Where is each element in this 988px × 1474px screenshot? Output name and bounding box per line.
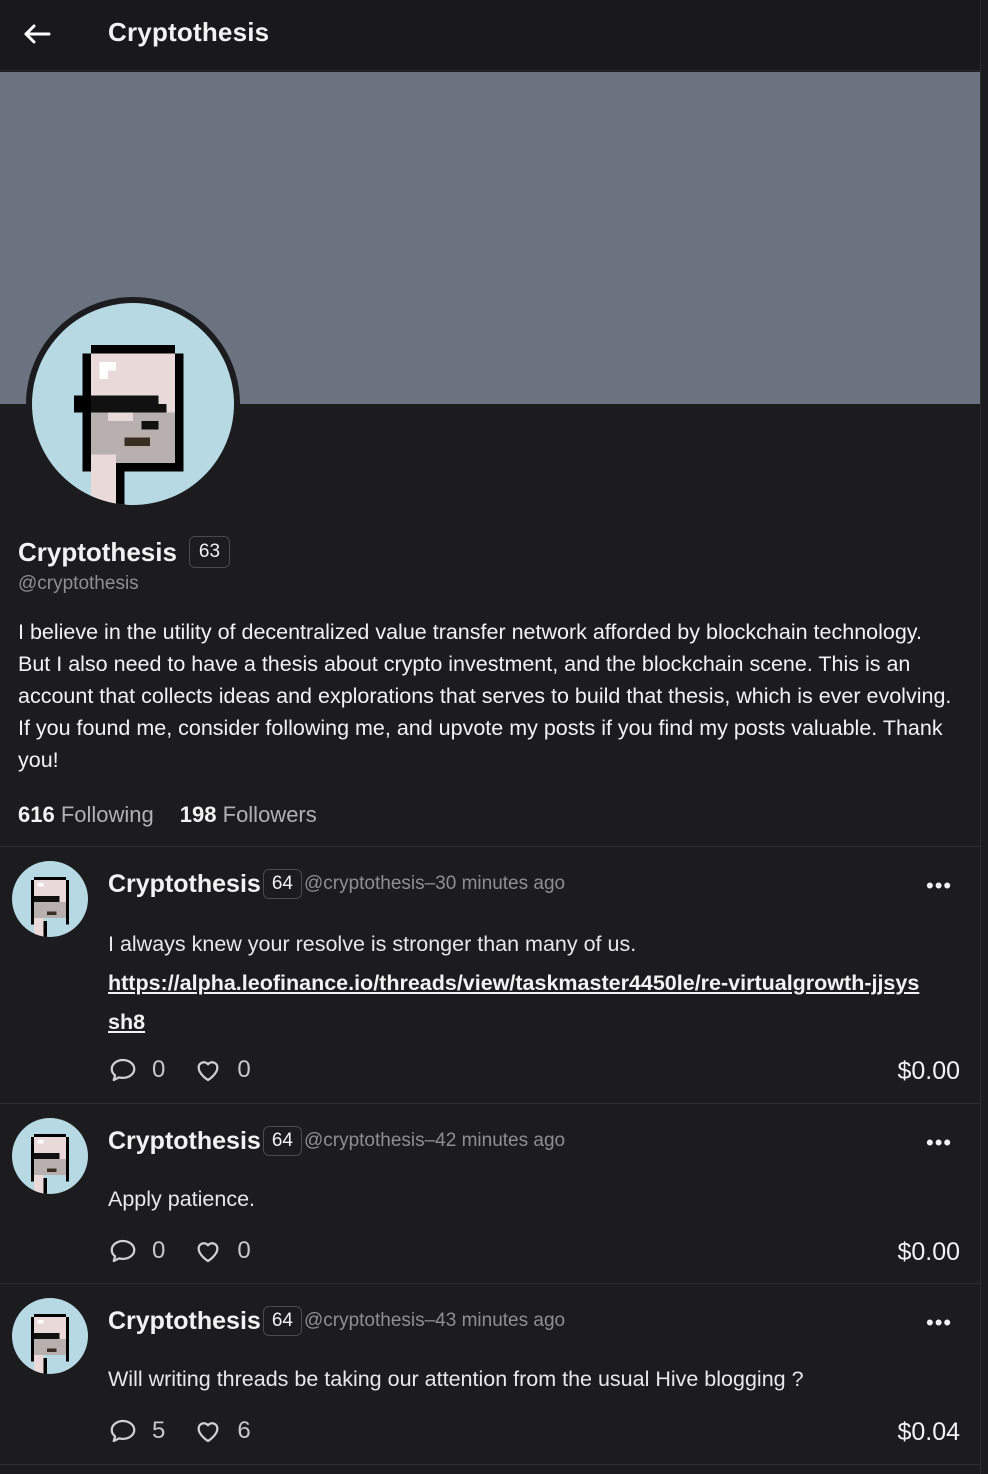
profile-avatar[interactable] xyxy=(26,297,240,511)
more-horizontal-icon[interactable]: ••• xyxy=(926,1130,952,1156)
following-stat[interactable]: 616 Following xyxy=(18,802,154,828)
page-title: Cryptothesis xyxy=(108,17,270,47)
heart-icon[interactable] xyxy=(193,1416,223,1446)
reputation-badge: 64 xyxy=(262,1126,302,1156)
comment-count: 5 xyxy=(152,1417,166,1444)
post-header: Cryptothesis 64 @cryptothesis–30 minutes… xyxy=(108,869,565,899)
post-actions: 0 0 xyxy=(108,1236,279,1266)
post-link[interactable]: https://alpha.leofinance.io/threads/view… xyxy=(108,964,920,1042)
post-payout: $0.00 xyxy=(897,1057,960,1085)
top-bar: Cryptothesis xyxy=(0,0,980,71)
reputation-badge: 63 xyxy=(188,536,231,568)
post-avatar[interactable] xyxy=(12,861,88,937)
followers-stat[interactable]: 198 Followers xyxy=(180,802,317,828)
post-actions: 5 6 xyxy=(108,1416,279,1446)
thread-post[interactable]: Cryptothesis 64 @cryptothesis–42 minutes… xyxy=(0,1104,980,1283)
more-horizontal-icon[interactable]: ••• xyxy=(926,1310,952,1336)
more-horizontal-icon[interactable]: ••• xyxy=(926,873,952,899)
post-text: I always knew your resolve is stronger t… xyxy=(108,932,637,956)
post-author[interactable]: Cryptothesis xyxy=(108,870,261,899)
app-frame: Cryptothesis Cryptothesis 63 @cryptothes… xyxy=(0,0,981,1474)
thread-post[interactable]: Cryptothesis 64 @cryptothesis–43 minutes… xyxy=(0,1284,980,1464)
like-count: 0 xyxy=(237,1056,251,1083)
post-payout: $0.04 xyxy=(897,1418,960,1446)
profile-bio: I believe in the utility of decentralize… xyxy=(18,620,952,772)
post-author[interactable]: Cryptothesis xyxy=(108,1307,261,1336)
avatar-image xyxy=(32,303,234,505)
thread-post[interactable]: Cryptothesis 64 @cryptothesis–30 minutes… xyxy=(0,847,980,1103)
divider xyxy=(0,1464,980,1465)
following-label: Following xyxy=(60,802,154,827)
post-avatar[interactable] xyxy=(12,1298,88,1374)
post-meta: @cryptothesis–42 minutes ago xyxy=(303,1130,566,1151)
reputation-badge: 64 xyxy=(262,869,302,899)
comment-count: 0 xyxy=(152,1056,166,1083)
followers-count: 198 xyxy=(179,802,217,827)
heart-icon[interactable] xyxy=(193,1055,223,1085)
post-text: Apply patience. xyxy=(108,1187,256,1211)
like-count: 6 xyxy=(237,1417,251,1444)
post-header: Cryptothesis 64 @cryptothesis–43 minutes… xyxy=(108,1306,565,1336)
post-header: Cryptothesis 64 @cryptothesis–42 minutes… xyxy=(108,1126,565,1156)
follow-stats: 616 Following 198 Followers xyxy=(18,802,343,828)
post-meta: @cryptothesis–30 minutes ago xyxy=(303,873,566,894)
heart-icon[interactable] xyxy=(193,1236,223,1266)
reputation-badge: 64 xyxy=(262,1306,302,1336)
followers-label: Followers xyxy=(222,802,317,827)
arrow-left-icon[interactable] xyxy=(22,18,54,50)
profile-name-row: Cryptothesis 63 xyxy=(18,536,231,568)
post-body: I always knew your resolve is stronger t… xyxy=(108,925,938,1042)
comment-icon[interactable] xyxy=(108,1416,138,1446)
following-count: 616 xyxy=(18,802,55,827)
post-text: Will writing threads be taking our atten… xyxy=(108,1367,804,1391)
post-meta: @cryptothesis–43 minutes ago xyxy=(303,1310,566,1331)
comment-count: 0 xyxy=(152,1237,166,1264)
post-avatar[interactable] xyxy=(12,1118,88,1194)
profile-handle: @cryptothesis xyxy=(18,573,139,594)
like-count: 0 xyxy=(237,1237,251,1264)
post-payout: $0.00 xyxy=(897,1238,960,1266)
comment-icon[interactable] xyxy=(108,1055,138,1085)
post-author[interactable]: Cryptothesis xyxy=(108,1127,261,1156)
comment-icon[interactable] xyxy=(108,1236,138,1266)
post-actions: 0 0 xyxy=(108,1055,279,1085)
profile-name: Cryptothesis xyxy=(18,536,177,567)
